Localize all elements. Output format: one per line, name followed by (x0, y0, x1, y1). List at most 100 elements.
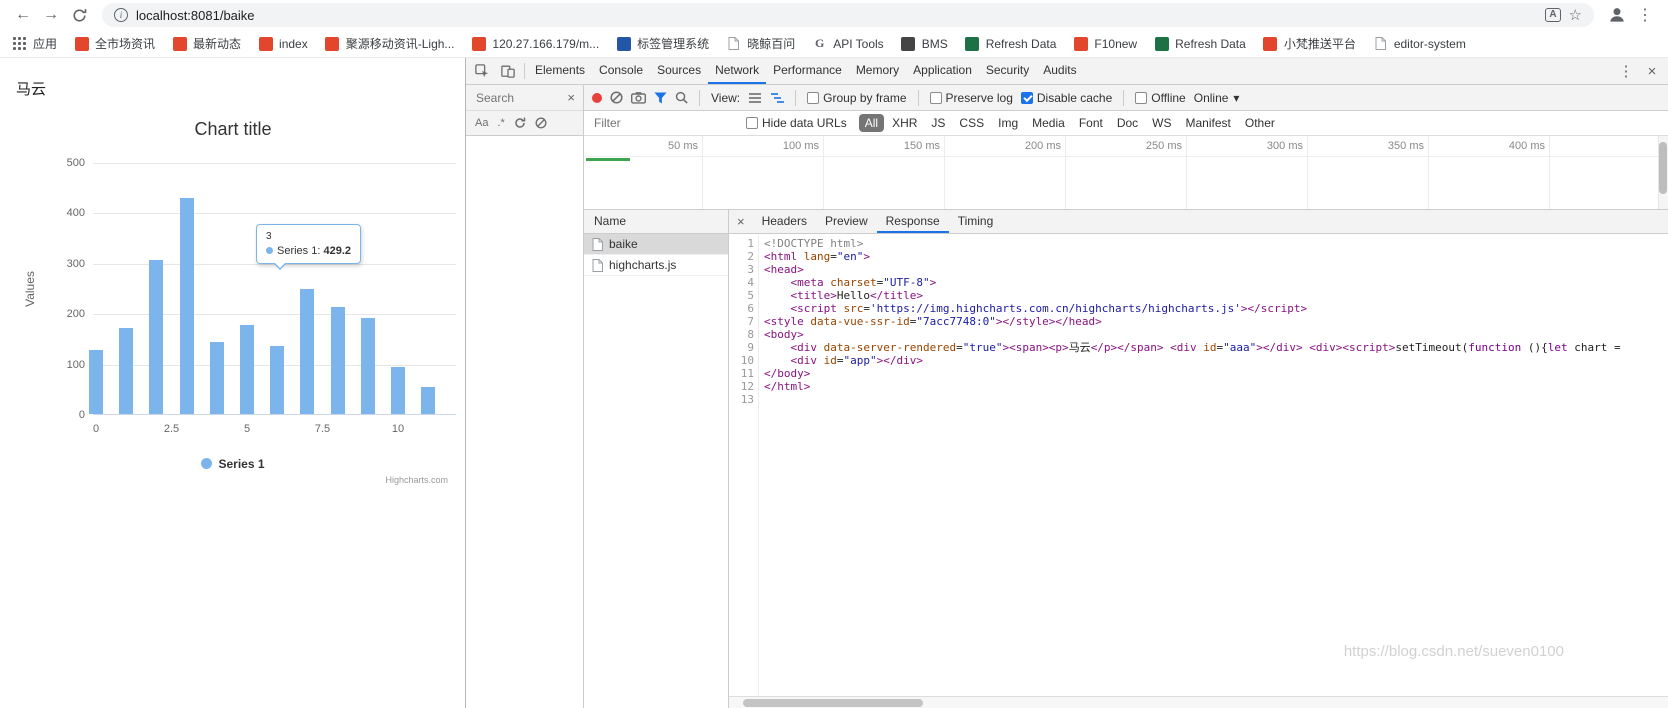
devtools-tab-network[interactable]: Network (708, 58, 767, 84)
chart-bar[interactable] (330, 307, 345, 414)
chart-bar[interactable] (360, 318, 375, 414)
filter-input[interactable] (594, 116, 734, 130)
request-list-header[interactable]: Name (584, 210, 728, 234)
filter-type-all[interactable]: All (858, 114, 885, 132)
view-overview-button[interactable] (770, 92, 785, 104)
filter-type-font[interactable]: Font (1073, 114, 1109, 132)
url-input[interactable] (136, 7, 1538, 23)
chart-bar[interactable] (240, 325, 254, 414)
translate-icon[interactable]: A (1545, 8, 1561, 22)
devtools-tab-performance[interactable]: Performance (766, 58, 849, 84)
clear-button[interactable] (610, 91, 623, 104)
preserve-log-checkbox[interactable]: Preserve log (929, 91, 1013, 105)
chart-legend[interactable]: Series 1 (8, 457, 458, 471)
horizontal-scrollbar[interactable] (729, 696, 1668, 708)
chart-bar[interactable] (300, 288, 315, 414)
detail-close-icon[interactable]: × (729, 214, 753, 229)
filter-type-img[interactable]: Img (992, 114, 1024, 132)
request-row[interactable]: highcharts.js (584, 255, 728, 276)
devtools-tab-memory[interactable]: Memory (849, 58, 906, 84)
bookmark-item[interactable]: 最新动态 (172, 35, 241, 52)
reload-button[interactable] (66, 2, 92, 28)
regex-icon[interactable]: .* (497, 117, 504, 129)
search-refresh-icon[interactable] (514, 117, 526, 129)
bookmark-item[interactable]: 聚源移动资讯-Ligh... (325, 35, 454, 52)
chart-bar[interactable] (270, 346, 285, 414)
filter-type-other[interactable]: Other (1239, 114, 1281, 132)
forward-button[interactable]: → (38, 2, 64, 28)
bookmark-label: F10new (1094, 36, 1138, 51)
devtools-tab-elements[interactable]: Elements (528, 58, 592, 84)
filter-type-css[interactable]: CSS (953, 114, 990, 132)
browser-menu-button[interactable]: ⋮ (1632, 2, 1658, 28)
device-toolbar-button[interactable] (495, 58, 521, 84)
filter-type-media[interactable]: Media (1026, 114, 1071, 132)
chart-bar[interactable] (89, 349, 103, 414)
bookmark-item[interactable]: 标签管理系统 (616, 35, 709, 52)
hide-data-urls-checkbox[interactable]: Hide data URLs (746, 116, 847, 130)
bookmark-item[interactable]: 全市场资讯 (74, 35, 155, 52)
detail-tab-timing[interactable]: Timing (949, 210, 1003, 233)
throttling-select[interactable]: Online ▾ (1194, 91, 1240, 105)
scrollbar-thumb[interactable] (743, 699, 923, 707)
bookmark-item[interactable]: G API Tools (812, 36, 884, 51)
back-button[interactable]: ← (10, 2, 36, 28)
bookmark-item[interactable]: 120.27.166.179/m... (471, 36, 599, 51)
response-viewer[interactable]: 1 2 3 4 5 6 7 8 9 10 11 12 13 <!DOCTYPE html> <html l… (729, 234, 1668, 696)
detail-tab-headers[interactable]: Headers (753, 210, 816, 233)
avatar[interactable] (1604, 2, 1630, 28)
filter-button[interactable] (654, 91, 667, 104)
request-row[interactable]: baike (584, 234, 728, 255)
bookmark-item[interactable]: Refresh Data (965, 36, 1056, 51)
search-close-icon[interactable]: × (564, 90, 578, 105)
devtools-tab-sources[interactable]: Sources (650, 58, 708, 84)
search-clear-icon[interactable] (535, 117, 547, 129)
scrollbar-thumb[interactable] (1659, 142, 1667, 194)
match-case-icon[interactable]: Aa (475, 117, 488, 129)
chart-bar[interactable] (391, 366, 405, 414)
devtools-close-button[interactable]: × (1639, 58, 1665, 84)
network-search-button[interactable] (675, 91, 688, 104)
detail-tab-response[interactable]: Response (876, 210, 949, 233)
bookmark-star-icon[interactable]: ☆ (1569, 6, 1582, 24)
inspect-element-button[interactable] (469, 58, 495, 84)
devtools-tab-application[interactable]: Application (906, 58, 979, 84)
omnibox[interactable]: i A ☆ (102, 3, 1594, 27)
filter-type-manifest[interactable]: Manifest (1180, 114, 1237, 132)
bookmark-item[interactable]: 应用 (12, 35, 57, 52)
page-info-icon[interactable]: i (114, 8, 128, 22)
chart-bar[interactable] (179, 197, 194, 414)
filter-type-xhr[interactable]: XHR (886, 114, 923, 132)
bookmark-item[interactable]: F10new (1073, 36, 1137, 51)
group-by-frame-checkbox[interactable]: Group by frame (807, 91, 907, 105)
search-input[interactable] (476, 90, 548, 105)
bookmark-item[interactable]: editor-system (1373, 36, 1466, 51)
bookmark-label: editor-system (1393, 36, 1466, 51)
filter-type-js[interactable]: JS (925, 114, 951, 132)
bookmark-item[interactable]: index (258, 36, 308, 51)
offline-checkbox[interactable]: Offline (1135, 91, 1186, 105)
bookmark-item[interactable]: 晓鲸百问 (726, 35, 795, 52)
disable-cache-checkbox[interactable]: Disable cache (1020, 91, 1112, 105)
bookmark-item[interactable]: Refresh Data (1154, 36, 1246, 51)
bookmark-item[interactable]: BMS (901, 36, 948, 51)
chart-bar[interactable] (149, 260, 164, 414)
chart-bar[interactable] (209, 341, 224, 414)
devtools-tab-console[interactable]: Console (592, 58, 650, 84)
network-toolbar: View: Group by frame Preserve log Disabl… (584, 85, 1668, 111)
devtools-menu-button[interactable]: ⋮ (1613, 58, 1639, 84)
chart-bar[interactable] (421, 387, 436, 414)
filter-type-ws[interactable]: WS (1146, 114, 1177, 132)
screenshot-button[interactable] (631, 91, 646, 104)
devtools-tab-security[interactable]: Security (979, 58, 1036, 84)
highcharts-credits[interactable]: Highcharts.com (385, 475, 448, 485)
record-button[interactable] (592, 92, 602, 103)
chart-bar[interactable] (119, 328, 134, 414)
timeline-gridline (944, 136, 945, 209)
bookmark-item[interactable]: 小梵推送平台 (1263, 35, 1356, 52)
view-list-button[interactable] (748, 92, 762, 104)
detail-tab-preview[interactable]: Preview (816, 210, 877, 233)
overview-scrollbar[interactable] (1658, 136, 1668, 209)
devtools-tab-audits[interactable]: Audits (1036, 58, 1083, 84)
filter-type-doc[interactable]: Doc (1111, 114, 1144, 132)
